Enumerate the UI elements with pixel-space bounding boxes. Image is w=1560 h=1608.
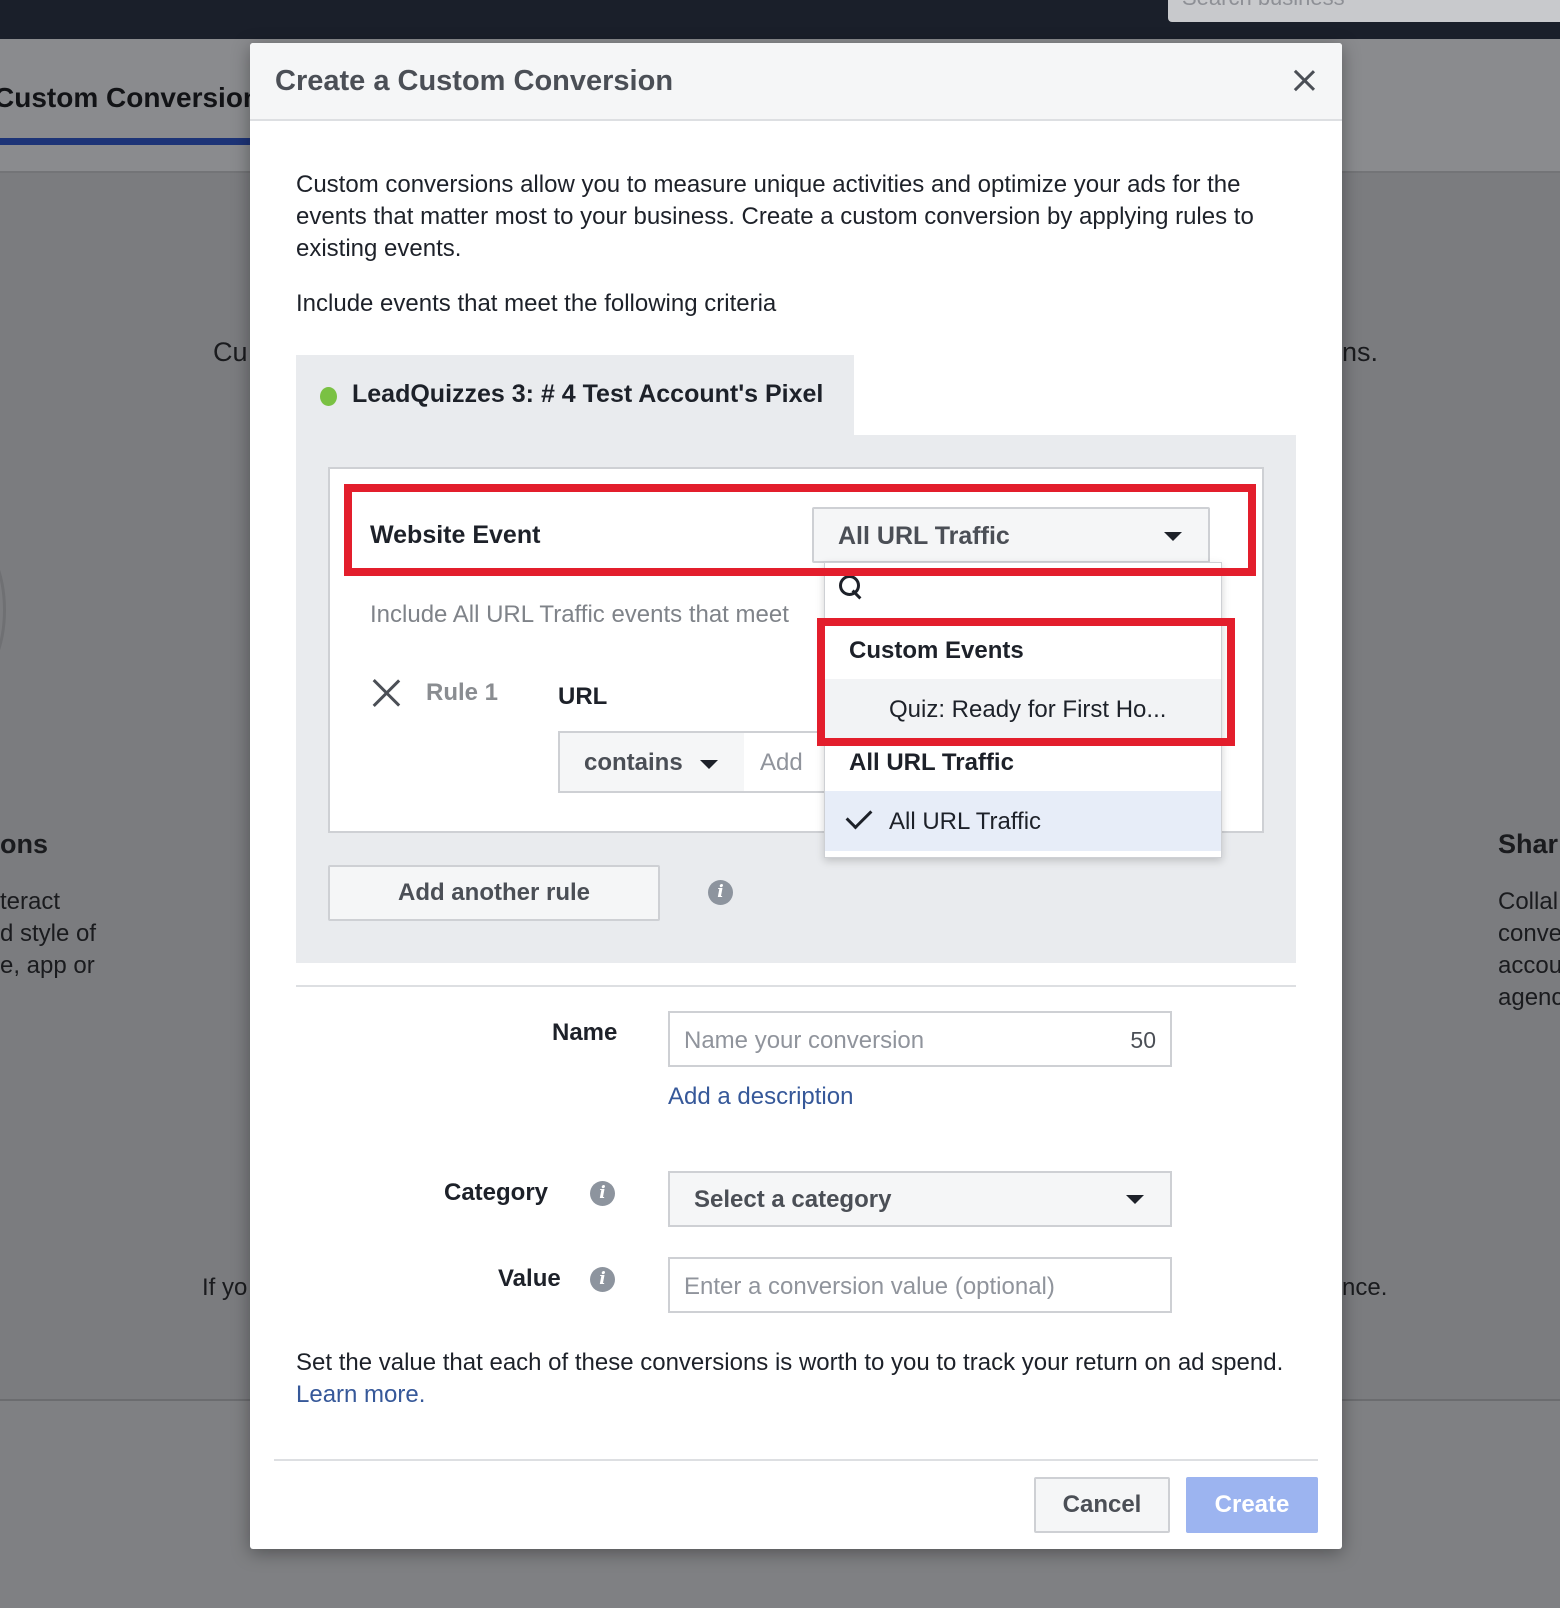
background-section-line: Collal [1498,888,1559,915]
value-info-icon[interactable]: i [590,1267,615,1292]
caret-down-icon [1126,1195,1144,1204]
background-footer-text-left: If yo [202,1274,248,1301]
criteria-text: Include events that meet the following c… [296,290,777,317]
background-section-line: agenc [1498,984,1560,1011]
annotation-highlight-custom-events [817,618,1235,746]
category-value: Select a category [694,1186,892,1213]
category-select[interactable]: Select a category [668,1171,1172,1227]
background-section-line: accou [1498,952,1560,979]
background-section-line: d style of [0,920,97,947]
background-section-line: conve [1498,920,1560,947]
search-icon[interactable] [839,575,865,601]
background-section-title-left: ons [0,829,49,859]
background-tab-custom-conversions: Custom Conversions [0,82,276,113]
active-tab-indicator [0,138,260,145]
value-label: Value [498,1265,561,1292]
rule-label: Rule 1 [426,679,499,706]
pixel-tab[interactable]: LeadQuizzes 3: # 4 Test Account's Pixel [296,355,854,437]
info-icon[interactable]: i [708,880,733,905]
background-heading-left: Cu [213,337,248,367]
conversion-name-input[interactable]: Name your conversion 50 [668,1011,1172,1067]
caret-down-icon [700,760,718,769]
annotation-highlight-website-event [344,484,1256,576]
dialog-header: Create a Custom Conversion [250,43,1342,121]
dialog-title: Create a Custom Conversion [275,65,674,97]
category-info-icon[interactable]: i [590,1181,615,1206]
include-events-text: Include All URL Traffic events that meet [370,601,789,628]
menu-item-label: All URL Traffic [889,808,1042,835]
rule-field-label: URL [558,683,608,710]
background-section-line: teract [0,888,61,915]
cancel-button[interactable]: Cancel [1034,1477,1170,1533]
close-icon[interactable] [1286,63,1322,99]
background-heading-right: ns. [1342,337,1379,367]
search-business-input[interactable]: Search business [1168,0,1560,22]
section-divider [296,985,1296,987]
pixel-name: LeadQuizzes 3: # 4 Test Account's Pixel [352,380,824,408]
category-label: Category [444,1179,549,1206]
intro-text: Custom conversions allow you to measure … [296,171,1254,262]
create-button[interactable]: Create [1186,1477,1318,1533]
menu-group-header: All URL Traffic [849,749,1014,776]
remove-rule-icon[interactable] [372,679,400,707]
menu-item-all-url-traffic[interactable]: All URL Traffic [825,791,1221,851]
conversion-value-placeholder: Enter a conversion value (optional) [684,1273,1055,1300]
value-help-sentence: Set the value that each of these convers… [296,1349,1284,1376]
value-help-text: Set the value that each of these convers… [296,1347,1306,1411]
top-navigation-bar: Search business [0,0,1560,39]
background-section-title-right: Shar [1498,829,1559,859]
learn-more-link[interactable]: Learn more. [296,1381,425,1408]
conversion-value-input[interactable]: Enter a conversion value (optional) [668,1257,1172,1313]
name-label: Name [552,1019,618,1046]
rule-operator-value: contains [584,749,683,776]
background-footer-text-right: nce. [1342,1274,1388,1301]
conversion-name-placeholder: Name your conversion [684,1027,925,1054]
character-counter: 50 [1130,1027,1156,1053]
pixel-status-dot-icon [320,387,337,406]
rule-operator-select[interactable]: contains [558,731,746,793]
footer-divider [274,1459,1318,1461]
background-section-line: e, app or [0,952,95,979]
checkmark-icon [845,802,873,830]
add-another-rule-button[interactable]: Add another rule [328,865,660,921]
add-description-link[interactable]: Add a description [668,1083,853,1111]
